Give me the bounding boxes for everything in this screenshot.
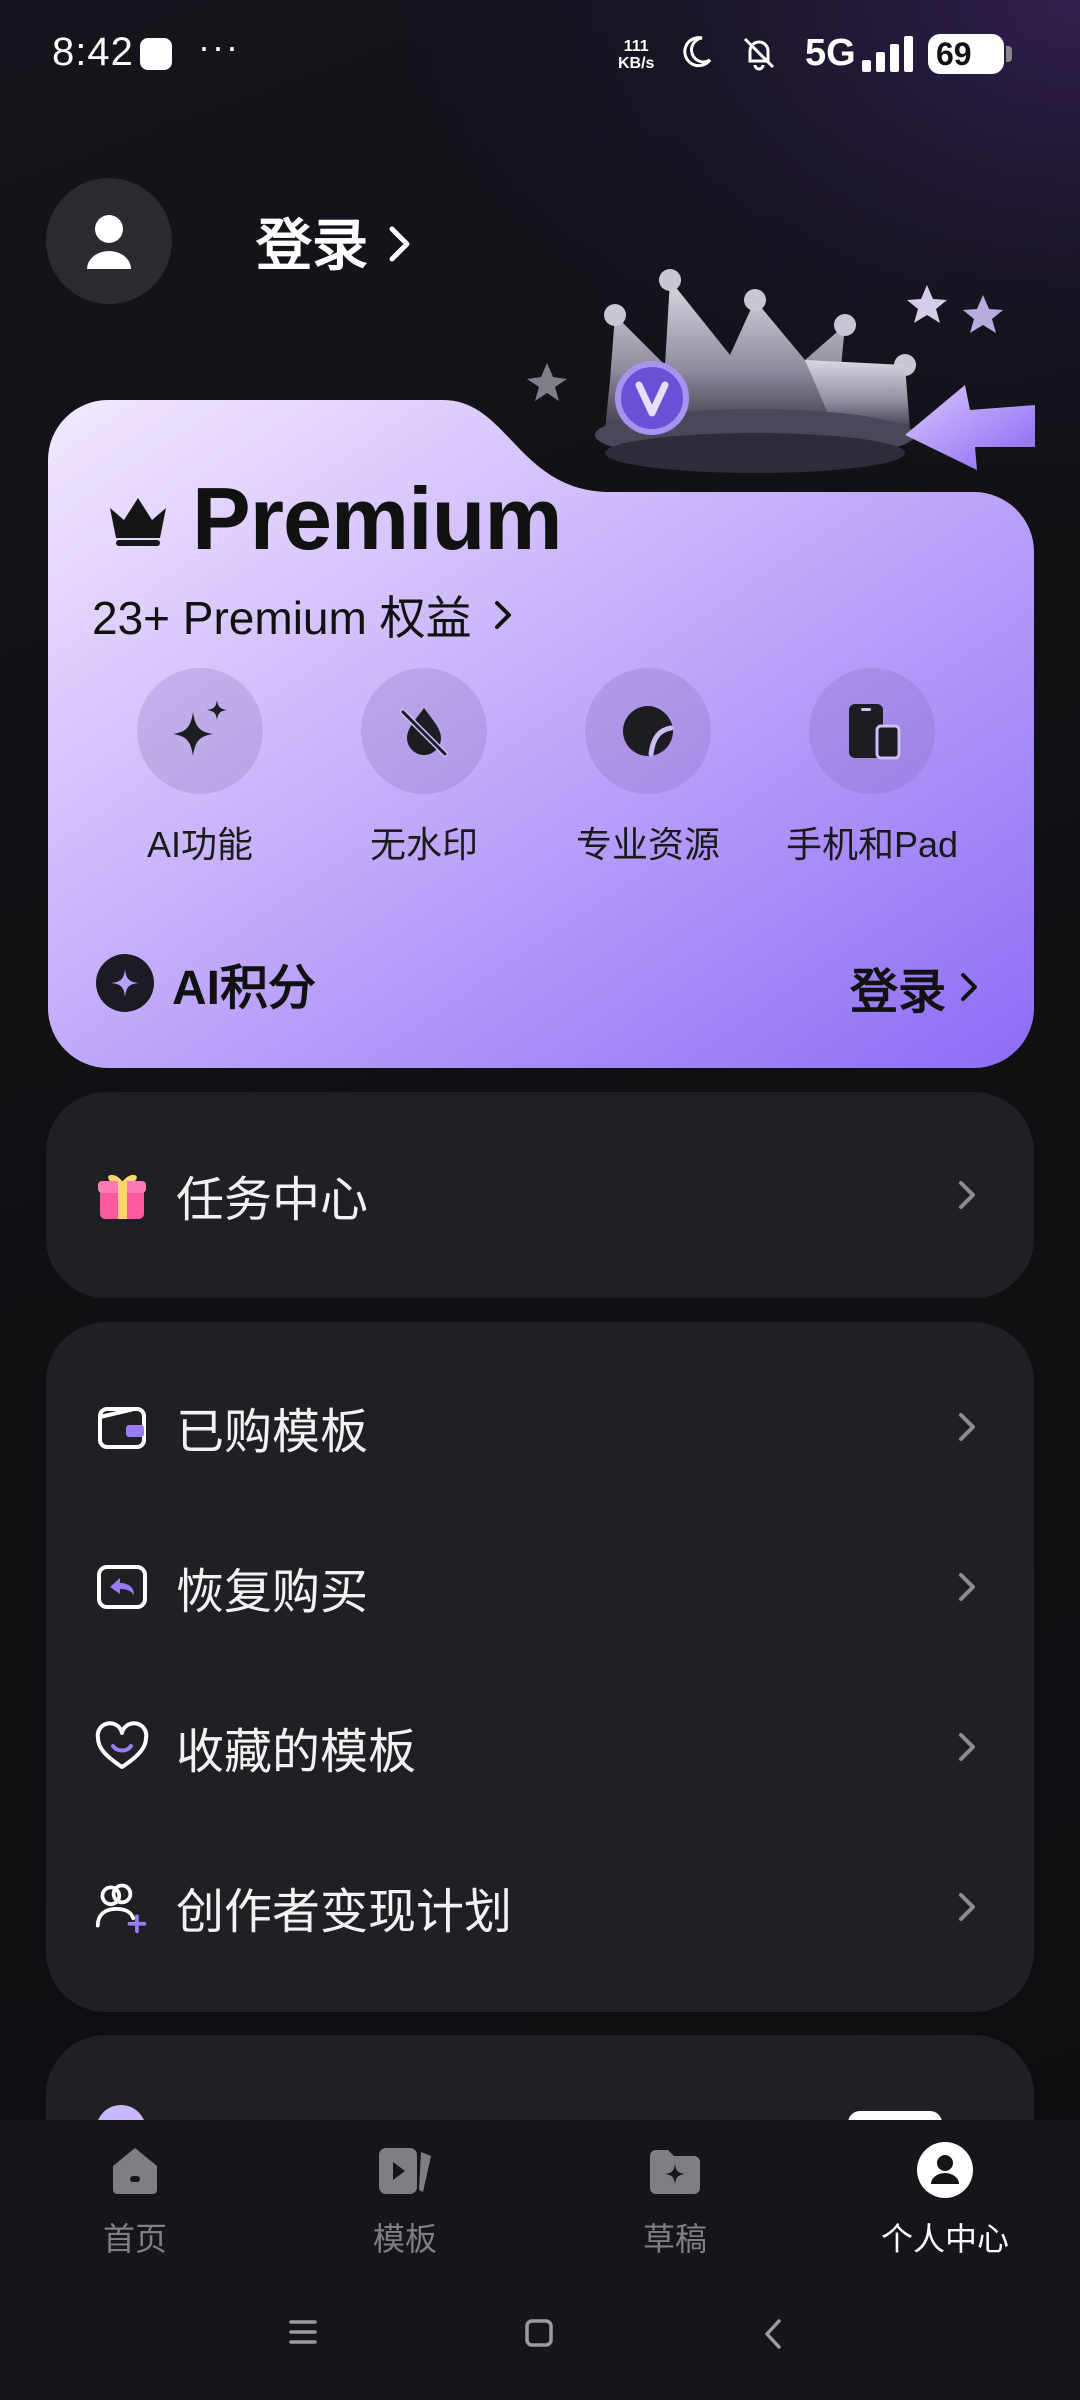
profile-icon bbox=[915, 2140, 975, 2200]
user-icon bbox=[87, 215, 131, 269]
menu-item-restore-purchase[interactable]: 恢复购买 bbox=[46, 1507, 1034, 1667]
battery-indicator: 69 bbox=[928, 34, 1012, 74]
ai-points-login-button[interactable]: 登录 bbox=[850, 952, 978, 1022]
nav-label: 首页 bbox=[102, 2221, 167, 2257]
avatar[interactable] bbox=[46, 178, 172, 304]
drafts-icon bbox=[645, 2140, 705, 2200]
nav-label: 个人中心 bbox=[880, 2221, 1009, 2257]
network-type: 5G bbox=[805, 32, 856, 74]
pro-resource-icon bbox=[623, 706, 674, 757]
ai-points-login-label: 登录 bbox=[849, 966, 946, 1019]
battery-level: 69 bbox=[936, 35, 972, 72]
bell-muted-icon bbox=[743, 37, 775, 71]
status-bar: 8:42 ··· 111 KB/s 5G 69 bbox=[0, 0, 1080, 110]
status-time: 8:42 bbox=[52, 30, 134, 74]
nav-label: 模板 bbox=[372, 2221, 437, 2257]
feature-icon-circle bbox=[361, 668, 487, 794]
back-icon[interactable] bbox=[762, 2318, 784, 2350]
premium-title-row: Premium bbox=[106, 468, 563, 570]
menu-label: 恢复购买 bbox=[176, 1566, 369, 1619]
gift-icon bbox=[94, 1167, 150, 1223]
menu-item-task-center[interactable]: 任务中心 bbox=[46, 1092, 1034, 1298]
task-center-card: 任务中心 bbox=[46, 1092, 1034, 1298]
chevron-right-icon bbox=[959, 1733, 975, 1761]
menu-icon[interactable] bbox=[288, 2318, 318, 2346]
network-speed-value: 111 bbox=[623, 38, 649, 55]
home-button-icon[interactable] bbox=[524, 2318, 554, 2348]
menu-item-purchased-templates[interactable]: 已购模板 bbox=[46, 1347, 1034, 1507]
feature-devices[interactable]: 手机和Pad bbox=[760, 668, 984, 868]
chevron-right-icon bbox=[494, 601, 511, 629]
task-center-label: 任务中心 bbox=[176, 1174, 369, 1227]
menu-label: 已购模板 bbox=[176, 1406, 369, 1459]
template-icon bbox=[375, 2140, 435, 2200]
feature-pro-resources[interactable]: 专业资源 bbox=[536, 668, 760, 868]
nav-home[interactable]: 首页 bbox=[0, 2140, 270, 2260]
nav-templates[interactable]: 模板 bbox=[270, 2140, 540, 2260]
crown-illustration bbox=[527, 269, 1035, 473]
ai-points-label: AI积分 bbox=[172, 962, 317, 1015]
login-header[interactable]: 登录 bbox=[46, 178, 412, 304]
feature-label: 无水印 bbox=[369, 824, 478, 865]
network-speed: 111 KB/s bbox=[618, 38, 654, 72]
feature-label: 手机和Pad bbox=[785, 824, 959, 865]
ai-points: AI积分 bbox=[96, 948, 316, 1018]
menu-label: 收藏的模板 bbox=[176, 1726, 417, 1779]
benefits-text: 23+ Premium 权益 bbox=[92, 592, 472, 644]
nav-label: 草稿 bbox=[642, 2221, 707, 2257]
feature-label: 专业资源 bbox=[575, 824, 720, 865]
crown-icon bbox=[110, 498, 166, 546]
devices-icon bbox=[849, 704, 901, 760]
star-sparkle-icon bbox=[111, 969, 139, 997]
menu-item-creator-program[interactable]: 创作者变现计划 bbox=[46, 1827, 1034, 1987]
premium-title: Premium bbox=[192, 469, 563, 568]
chevron-right-icon bbox=[959, 1413, 975, 1441]
login-link[interactable]: 登录 bbox=[256, 201, 368, 282]
home-icon bbox=[105, 2140, 165, 2200]
feature-no-watermark[interactable]: 无水印 bbox=[312, 668, 536, 868]
feature-ai[interactable]: AI功能 bbox=[88, 668, 312, 868]
feature-icon-circle bbox=[809, 668, 935, 794]
premium-benefits-link[interactable]: 23+ Premium 权益 bbox=[92, 582, 512, 648]
nav-profile[interactable]: 个人中心 bbox=[810, 2140, 1080, 2260]
chevron-right-icon bbox=[959, 1893, 975, 1921]
wallet-icon bbox=[94, 1399, 150, 1455]
premium-features: AI功能 无水印 专业资源 手机和Pad bbox=[88, 668, 988, 868]
chevron-right-icon bbox=[959, 1181, 975, 1209]
sparkle-icon bbox=[173, 700, 227, 756]
system-navigation-bar bbox=[0, 2290, 1080, 2390]
moon-icon bbox=[683, 36, 712, 68]
heart-icon bbox=[94, 1719, 150, 1775]
restore-icon bbox=[94, 1559, 150, 1615]
more-notifications-icon: ··· bbox=[198, 26, 240, 67]
app-notification-icon bbox=[140, 38, 172, 70]
chevron-right-icon bbox=[961, 973, 977, 1001]
creator-icon bbox=[94, 1879, 150, 1935]
feature-label: AI功能 bbox=[146, 824, 253, 865]
nav-drafts[interactable]: 草稿 bbox=[540, 2140, 810, 2260]
chevron-right-icon bbox=[959, 1573, 975, 1601]
network-speed-unit: KB/s bbox=[618, 55, 655, 72]
menu-item-favorite-templates[interactable]: 收藏的模板 bbox=[46, 1667, 1034, 1827]
ai-points-icon bbox=[96, 954, 154, 1012]
menu-label: 创作者变现计划 bbox=[176, 1886, 513, 1939]
no-watermark-icon bbox=[400, 708, 448, 757]
chevron-right-icon bbox=[389, 226, 410, 262]
purchases-card: 已购模板 恢复购买 收藏的模板 创作者变现计划 bbox=[46, 1322, 1034, 2012]
feature-icon-circle bbox=[137, 668, 263, 794]
feature-icon-circle bbox=[585, 668, 711, 794]
signal-icon bbox=[862, 36, 913, 72]
